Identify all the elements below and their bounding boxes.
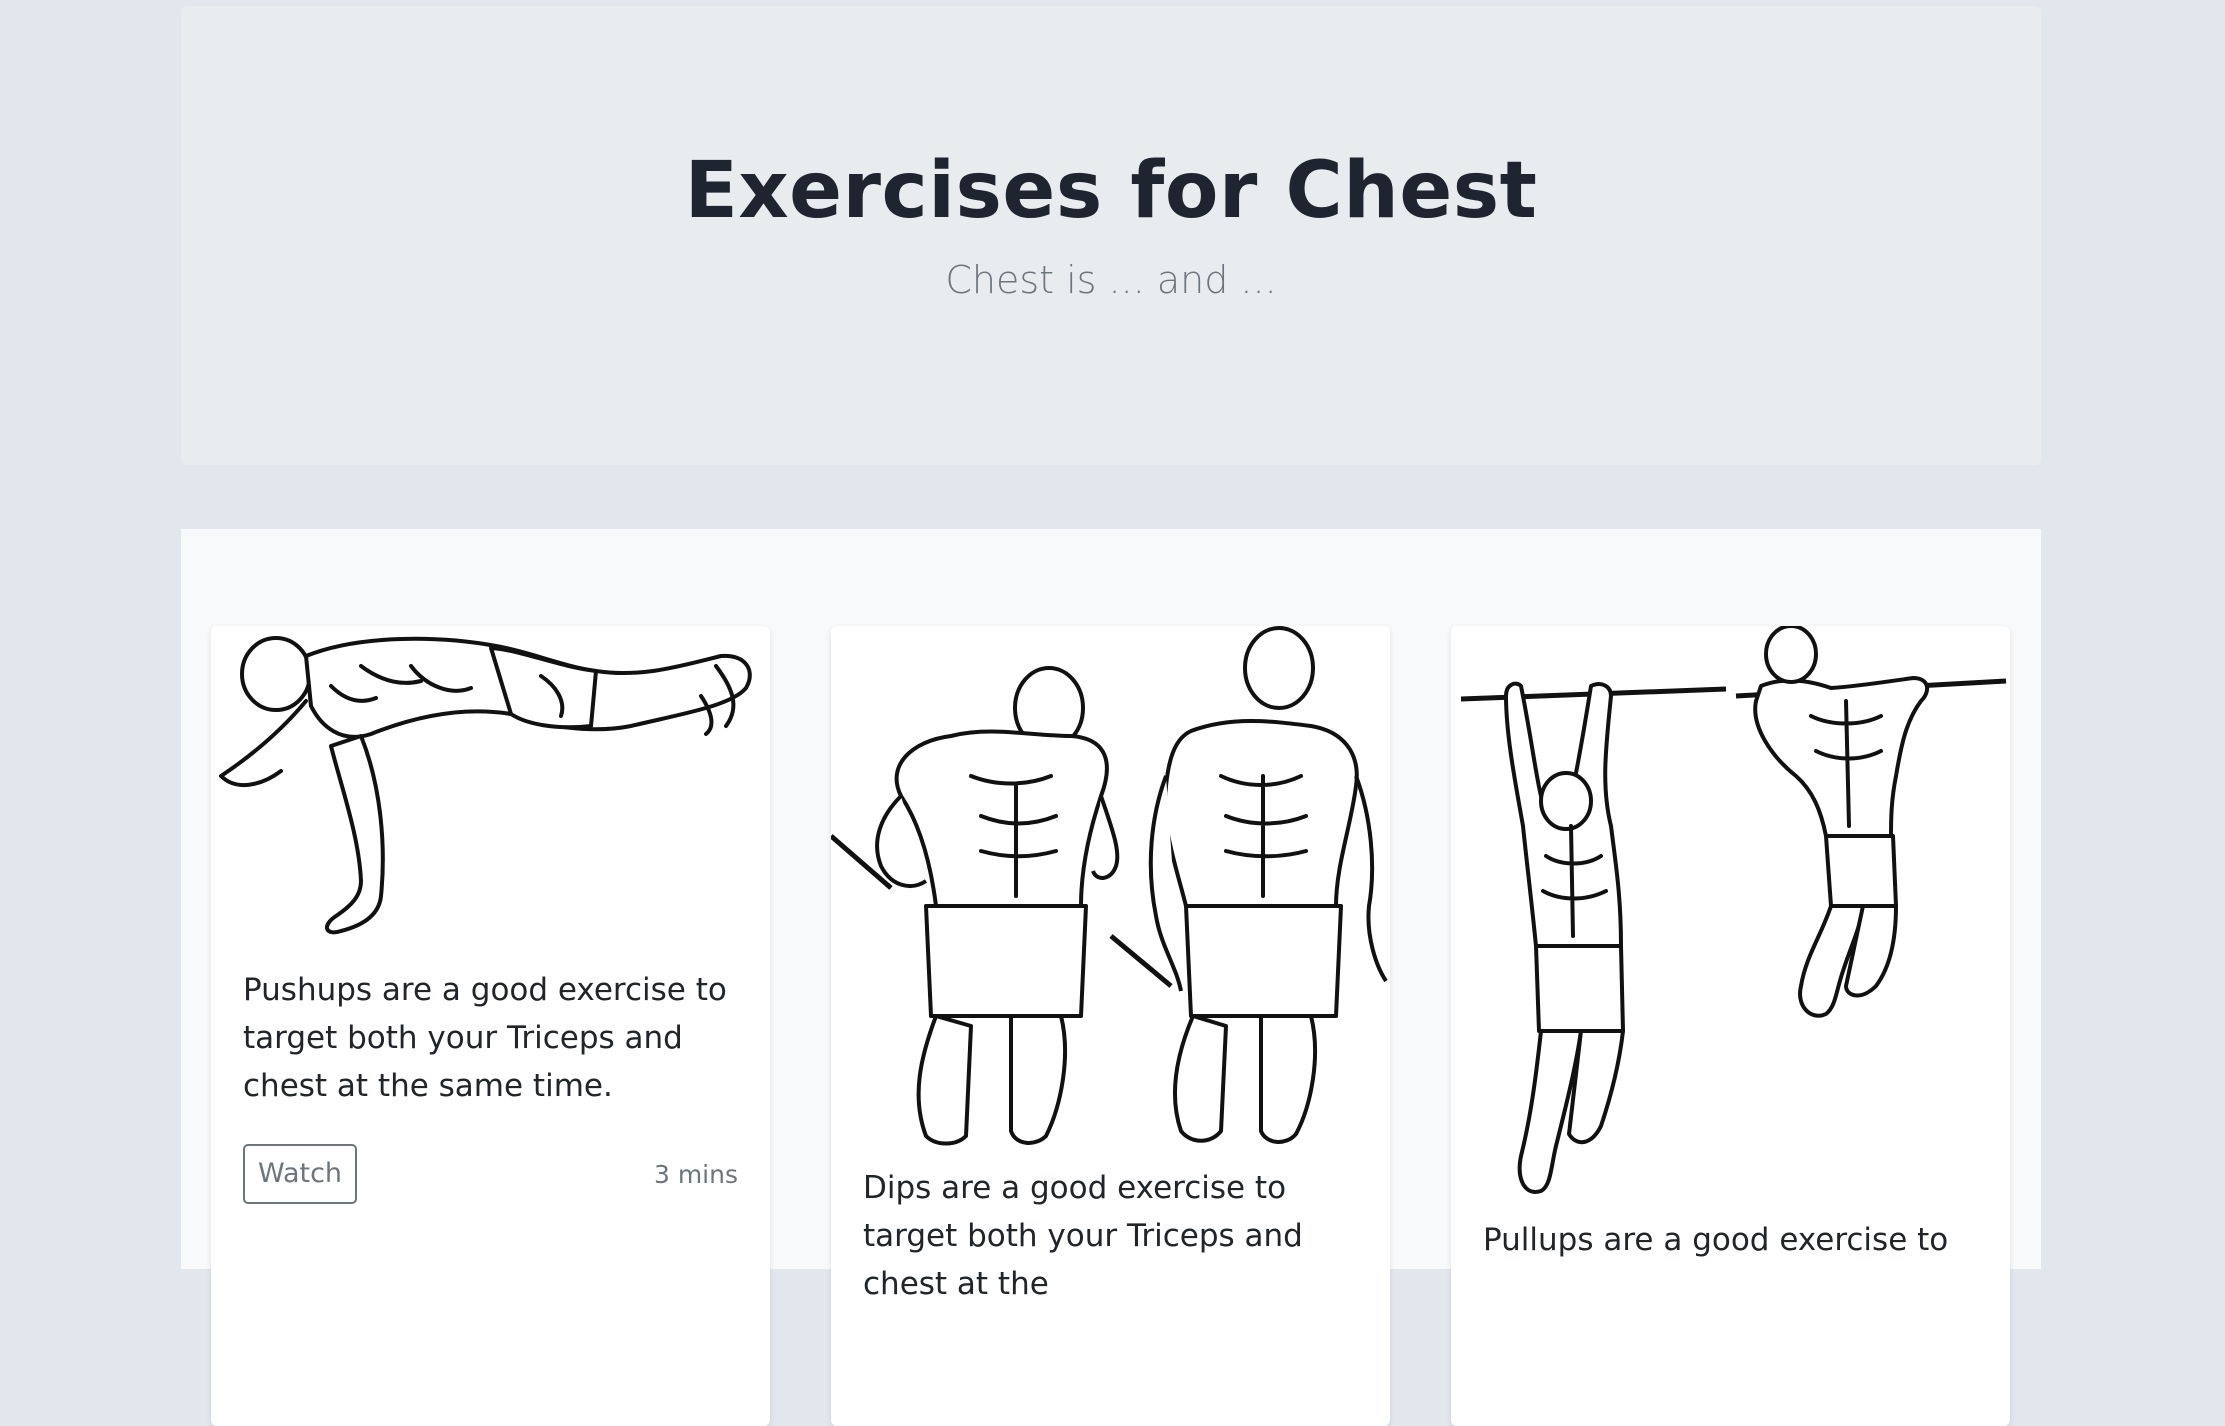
exercise-card-pullups: Pullups are a good exercise to: [1451, 626, 2010, 1426]
page-title: Exercises for Chest: [684, 146, 1538, 236]
dips-illustration-icon: [831, 626, 1388, 1146]
exercise-card-dips: Dips are a good exercise to target both …: [831, 626, 1390, 1426]
card-text: Pullups are a good exercise to: [1483, 1222, 1949, 1258]
card-text: Pushups are a good exercise to target bo…: [243, 972, 727, 1104]
pushup-illustration-icon: [219, 636, 752, 935]
pullup-illustration-icon: [1460, 626, 2007, 1194]
page-subtitle: Chest is ... and ...: [945, 258, 1277, 302]
watch-button[interactable]: Watch: [243, 1144, 357, 1204]
duration-label: 3 mins: [653, 1160, 738, 1189]
exercise-card-pushups: Pushups are a good exercise to target bo…: [211, 626, 770, 1426]
card-text: Dips are a good exercise to target both …: [863, 1170, 1303, 1302]
exercise-album: Pushups are a good exercise to target bo…: [181, 529, 2041, 1426]
hero-banner: Exercises for Chest Chest is ... and ...: [181, 6, 2041, 465]
